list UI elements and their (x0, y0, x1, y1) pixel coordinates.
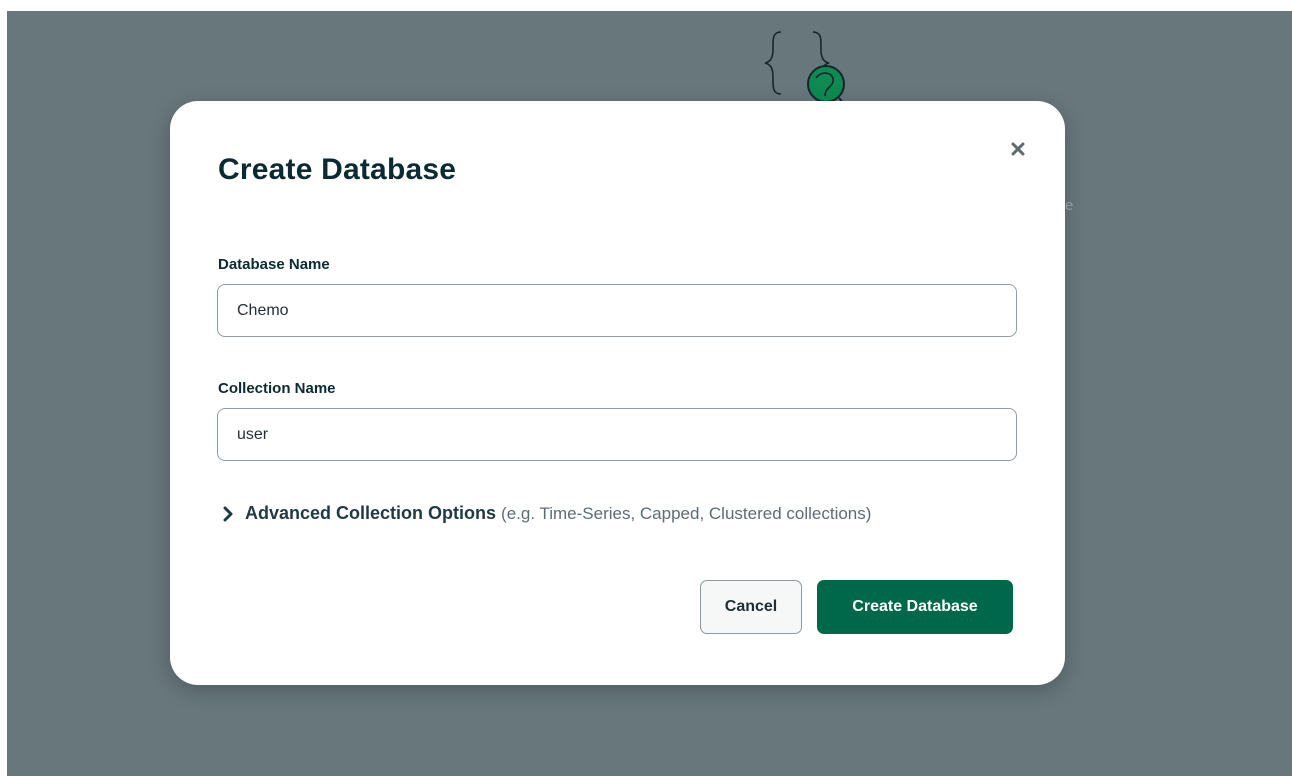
collection-name-input[interactable] (217, 408, 1017, 461)
modal-title: Create Database (218, 153, 457, 186)
database-name-input[interactable] (217, 284, 1017, 337)
create-database-modal: Create Database Database Name Collection… (170, 101, 1065, 685)
background-text-fragment: e (1065, 197, 1074, 214)
chevron-right-icon (222, 506, 236, 522)
collection-name-label: Collection Name (218, 380, 336, 397)
close-button[interactable] (1006, 137, 1030, 161)
cancel-button[interactable]: Cancel (700, 580, 802, 634)
create-database-button[interactable]: Create Database (817, 580, 1013, 634)
advanced-options-hint: (e.g. Time-Series, Capped, Clustered col… (501, 503, 872, 523)
advanced-collection-options-toggle[interactable]: Advanced Collection Options (e.g. Time-S… (222, 503, 871, 524)
close-icon (1011, 142, 1025, 156)
database-name-label: Database Name (218, 256, 330, 273)
advanced-options-label: Advanced Collection Options (245, 503, 497, 523)
